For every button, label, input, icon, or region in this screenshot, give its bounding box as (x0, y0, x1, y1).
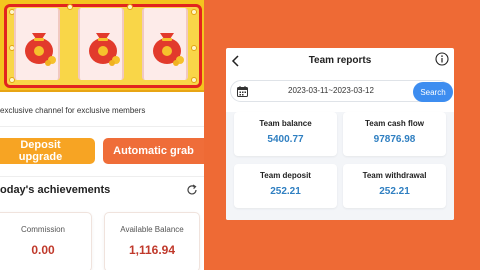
team-deposit-label: Team deposit (260, 171, 311, 180)
commission-card: Commission 0.00 (0, 212, 92, 270)
divider (0, 176, 204, 177)
team-reports-panel: Team reports 2023-03-11~2023-03-12 Searc… (226, 48, 454, 220)
available-balance-value: 1,116.94 (128, 243, 176, 257)
team-deposit-value: 252.21 (270, 186, 301, 197)
slot-reel (14, 8, 60, 80)
slot-reel (142, 8, 188, 80)
team-cash-flow-value: 97876.98 (373, 134, 416, 145)
page-title: Team reports (308, 55, 372, 66)
achievements-title: oday's achievements (0, 184, 111, 196)
money-bag-icon (25, 33, 56, 66)
team-balance-card: Team balance 5400.77 (234, 112, 337, 156)
channel-description: exclusive channel for exclusive members (0, 106, 146, 115)
frame-light (191, 45, 197, 51)
available-balance-label: Available Balance (120, 225, 184, 234)
refresh-icon[interactable] (186, 184, 198, 196)
left-app-panel: exclusive channel for exclusive members … (0, 0, 204, 270)
team-cash-flow-card: Team cash flow 97876.98 (343, 112, 446, 156)
info-icon[interactable] (435, 52, 449, 66)
frame-light (191, 9, 197, 15)
team-cash-flow-label: Team cash flow (365, 119, 424, 128)
frame-light (191, 77, 197, 83)
date-range-input[interactable]: 2023-03-11~2023-03-12 (251, 86, 411, 95)
team-balance-label: Team balance (259, 119, 312, 128)
metrics-grid: Team balance 5400.77 Team cash flow 9787… (226, 112, 454, 220)
deposit-upgrade-button[interactable]: Deposit upgrade (0, 138, 95, 164)
team-deposit-card: Team deposit 252.21 (234, 164, 337, 208)
team-withdrawal-card: Team withdrawal 252.21 (343, 164, 446, 208)
team-withdrawal-value: 252.21 (379, 186, 410, 197)
calendar-icon[interactable] (237, 86, 248, 97)
available-balance-card: Available Balance 1,116.94 (104, 212, 200, 270)
date-range-bar: 2023-03-11~2023-03-12 Search (230, 80, 453, 102)
slot-machine-banner (0, 0, 204, 92)
frame-light (127, 4, 133, 10)
frame-light (67, 4, 73, 10)
money-bag-icon (153, 33, 184, 66)
divider (0, 126, 204, 127)
money-bag-icon (89, 33, 120, 66)
commission-value: 0.00 (31, 243, 55, 257)
slot-reel (78, 8, 124, 80)
team-balance-value: 5400.77 (267, 134, 304, 145)
commission-label: Commission (20, 225, 65, 234)
team-withdrawal-label: Team withdrawal (362, 171, 427, 180)
report-header: Team reports (226, 48, 454, 74)
automatic-grab-button[interactable]: Automatic grab (103, 138, 204, 164)
search-button[interactable]: Search (413, 82, 453, 102)
